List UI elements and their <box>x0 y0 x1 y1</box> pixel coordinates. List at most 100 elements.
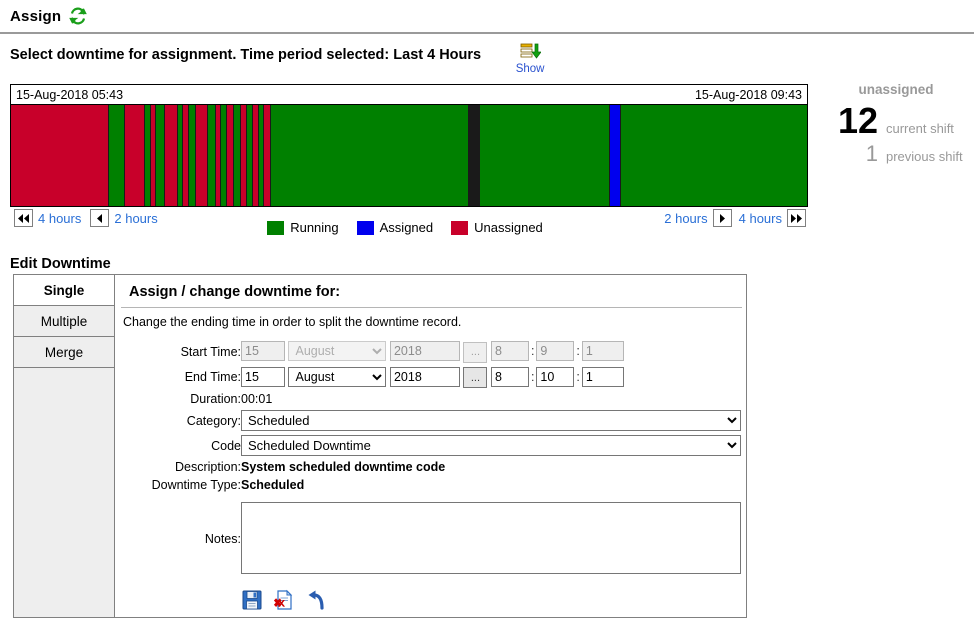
tab-single[interactable]: Single <box>14 275 114 306</box>
end-minute-input[interactable] <box>536 366 575 387</box>
end-time-fields: August ... :: <box>241 365 741 391</box>
form-title: Assign / change downtime for: <box>121 275 742 308</box>
downtime-fields-table: Start Time: August ... :: End Time: Augu… <box>115 339 741 613</box>
start-hour-input <box>490 341 529 361</box>
category-label: Category: <box>186 413 241 428</box>
edit-mode-tabs: Single Multiple Merge <box>14 275 115 617</box>
timeline-segment-running[interactable] <box>621 105 807 206</box>
end-second-input[interactable] <box>581 366 624 387</box>
timeline-header: 15-Aug-2018 05:43 15-Aug-2018 09:43 <box>10 84 808 104</box>
stat-previous-shift-label: previous shift <box>886 149 963 164</box>
export-download-icon <box>520 43 542 59</box>
legend-item: Assigned <box>356 220 434 235</box>
notes-textarea[interactable] <box>241 502 741 574</box>
start-date-picker-button: ... <box>463 341 488 363</box>
timeline-segment-running[interactable] <box>207 105 215 206</box>
tab-merge[interactable]: Merge <box>14 337 114 368</box>
duration-label: Duration: <box>190 392 241 406</box>
tab-multiple[interactable]: Multiple <box>14 306 114 337</box>
legend-item: Running <box>267 220 339 235</box>
end-hour-input[interactable] <box>490 366 529 387</box>
timeline-segment-running[interactable] <box>479 105 609 206</box>
timeline-area: 15-Aug-2018 05:43 15-Aug-2018 09:43 4 ho… <box>10 84 808 231</box>
stats-title: unassigned <box>858 82 934 97</box>
edit-downtime-form: Assign / change downtime for: Change the… <box>115 275 746 617</box>
tab-column-filler <box>14 368 114 617</box>
notes-label: Notes: <box>204 531 241 546</box>
refresh-sync-icon[interactable] <box>69 7 87 25</box>
form-action-icons <box>241 589 741 611</box>
save-icon <box>242 590 262 610</box>
start-day-input <box>241 341 285 361</box>
timeline-segment-unassigned[interactable] <box>164 105 177 206</box>
start-minute-input <box>536 341 575 361</box>
end-time-label: End Time: <box>184 370 241 385</box>
end-time-row: End Time: August ... :: <box>115 365 741 391</box>
timeline-segment-running[interactable] <box>156 105 164 206</box>
start-time-fields: August ... :: <box>241 339 741 365</box>
timeline-end-time: 15-Aug-2018 09:43 <box>694 87 802 102</box>
code-label: Code <box>211 438 241 453</box>
timeline-segment-assigned[interactable] <box>609 105 621 206</box>
legend-swatch <box>267 220 285 235</box>
timeline-strip[interactable] <box>10 104 808 207</box>
instruction-row: Select downtime for assignment. Time per… <box>0 34 974 75</box>
category-row: Category: Scheduled <box>115 408 741 433</box>
legend-swatch <box>451 220 469 235</box>
description-value: System scheduled downtime code <box>241 460 446 474</box>
start-year-input <box>389 341 460 361</box>
delete-button[interactable] <box>273 589 295 611</box>
start-time-row: Start Time: August ... :: <box>115 339 741 365</box>
undo-icon <box>308 590 324 610</box>
legend-swatch <box>356 220 374 235</box>
delete-icon <box>273 589 293 610</box>
downtime-type-value: Scheduled <box>241 478 305 492</box>
timeline-segment-running[interactable] <box>270 105 468 206</box>
save-button[interactable] <box>241 589 263 611</box>
instruction-text: Select downtime for assignment. Time per… <box>10 47 482 63</box>
timeline-segment-unassigned[interactable] <box>124 105 144 206</box>
stat-previous-shift-row: 1 previous shift <box>820 141 972 167</box>
description-row: Description: System scheduled downtime c… <box>115 458 741 476</box>
notes-row: Notes: <box>115 494 741 583</box>
refresh-sync-icon-svg <box>69 7 87 25</box>
end-day-input[interactable] <box>241 366 285 387</box>
stat-current-shift-value: 12 <box>837 100 878 141</box>
undo-button[interactable] <box>305 589 327 611</box>
show-button[interactable]: Show <box>507 42 553 75</box>
form-subtitle: Change the ending time in order to split… <box>123 315 462 329</box>
stat-current-shift-label: current shift <box>886 121 954 136</box>
show-label: Show <box>515 63 545 75</box>
stat-previous-shift-value: 1 <box>865 141 878 166</box>
start-month-select: August <box>288 341 387 361</box>
edit-downtime-heading: Edit Downtime <box>10 256 111 272</box>
category-select[interactable]: Scheduled <box>241 410 741 431</box>
page-title-bar: Assign <box>0 0 974 34</box>
legend-label: Running <box>290 220 339 235</box>
actions-row <box>115 583 741 613</box>
legend-label: Unassigned <box>474 220 543 235</box>
duration-row: Duration: 00:01 <box>115 390 741 408</box>
timeline-segment-running[interactable] <box>108 105 124 206</box>
timeline-segment-assigned-selected[interactable] <box>469 105 479 206</box>
timeline-start-time: 15-Aug-2018 05:43 <box>16 87 124 102</box>
downtime-type-row: Downtime Type: Scheduled <box>115 476 741 494</box>
edit-downtime-panel: Single Multiple Merge Assign / change down… <box>13 274 747 618</box>
start-second-input <box>581 341 624 361</box>
end-year-input[interactable] <box>389 366 460 387</box>
end-month-select[interactable]: August <box>288 366 387 387</box>
duration-value: 00:01 <box>241 392 273 406</box>
end-date-picker-button[interactable]: ... <box>463 367 488 388</box>
description-label: Description: <box>175 460 241 474</box>
page-title: Assign <box>10 7 62 25</box>
timeline-segment-unassigned[interactable] <box>195 105 207 206</box>
unassigned-stats-panel: unassigned 12 current shift 1 previous s… <box>820 82 972 167</box>
downtime-type-label: Downtime Type: <box>151 478 241 492</box>
legend-item: Unassigned <box>451 220 543 235</box>
code-row: Code Scheduled Downtime <box>115 433 741 458</box>
code-select[interactable]: Scheduled Downtime <box>241 435 741 456</box>
timeline-segment-unassigned[interactable] <box>11 105 108 206</box>
legend-label: Assigned <box>379 220 434 235</box>
start-time-label: Start Time: <box>180 344 241 359</box>
stat-current-shift-row: 12 current shift <box>820 101 972 141</box>
